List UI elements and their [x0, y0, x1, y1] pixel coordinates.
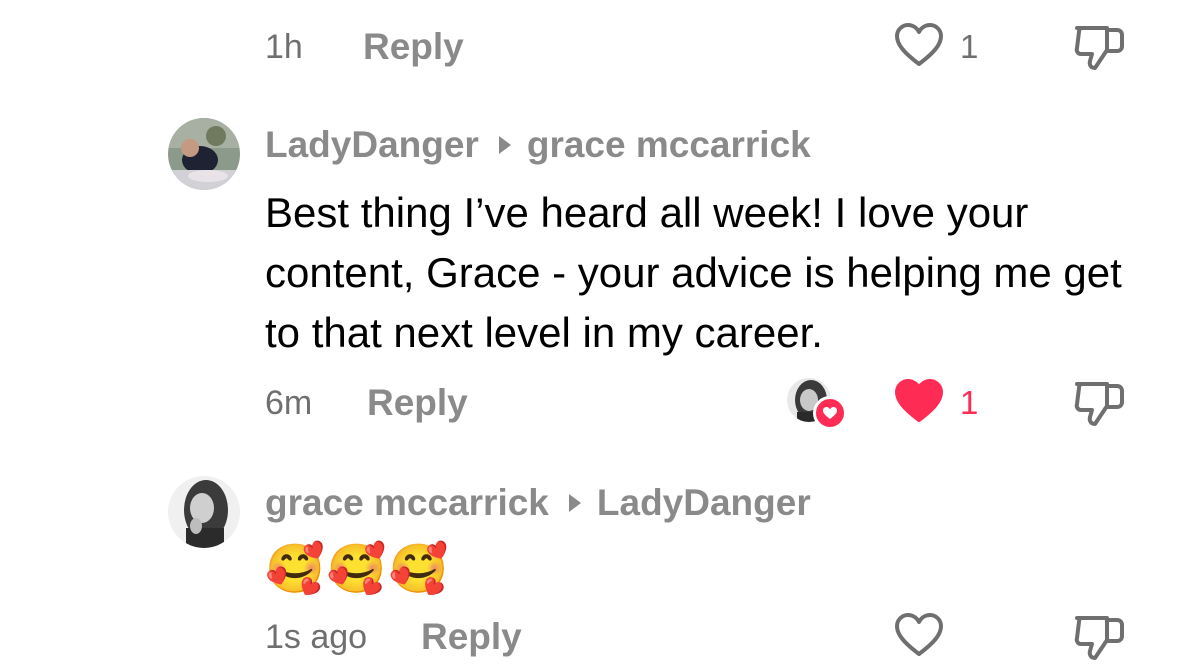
thumbs-down-icon	[1074, 616, 1124, 660]
user-photo	[168, 476, 240, 548]
comment-actions: 1s ago Reply	[265, 612, 1145, 662]
like-count: 1	[960, 28, 979, 65]
caret-right-icon	[498, 136, 511, 154]
avatar[interactable]	[168, 118, 240, 190]
heart-outline-icon	[895, 613, 943, 656]
comment-actions: 6m Reply 1	[265, 378, 1145, 430]
reply-button[interactable]: Reply	[367, 382, 468, 424]
like-button[interactable]	[893, 22, 945, 68]
heart-filled-icon	[895, 379, 943, 422]
heart-outline-icon	[895, 23, 943, 66]
dislike-button[interactable]	[1071, 22, 1127, 72]
reply-button[interactable]: Reply	[363, 26, 464, 68]
comment-text: 🥰🥰🥰	[265, 543, 451, 596]
user-photo	[168, 118, 240, 190]
caret-right-icon	[568, 494, 581, 512]
liked-by-creator-badge	[787, 378, 847, 430]
like-count: 1	[960, 384, 979, 421]
thumbs-down-icon	[1074, 26, 1124, 70]
comment-timestamp: 6m	[265, 384, 313, 422]
reply-to-name[interactable]: LadyDanger	[597, 482, 811, 524]
comment-timestamp: 1s ago	[265, 618, 368, 656]
comment-header: LadyDanger grace mccarrick	[265, 124, 811, 166]
reply-to-name[interactable]: grace mccarrick	[527, 124, 811, 166]
creator-heart-icon	[813, 396, 847, 430]
previous-comment-actions: 1h Reply 1	[265, 22, 1145, 72]
like-button[interactable]	[893, 612, 945, 658]
avatar[interactable]	[168, 476, 240, 548]
comment-timestamp: 1h	[265, 28, 303, 66]
comment-header: grace mccarrick LadyDanger	[265, 482, 811, 524]
dislike-button[interactable]	[1071, 378, 1127, 428]
author-name[interactable]: grace mccarrick	[265, 482, 549, 524]
dislike-button[interactable]	[1071, 612, 1127, 662]
author-name[interactable]: LadyDanger	[265, 124, 479, 166]
thumbs-down-icon	[1074, 382, 1124, 426]
comment-text: Best thing I’ve heard all week! I love y…	[265, 189, 1122, 356]
like-button[interactable]	[893, 378, 945, 424]
reply-button[interactable]: Reply	[421, 616, 522, 658]
